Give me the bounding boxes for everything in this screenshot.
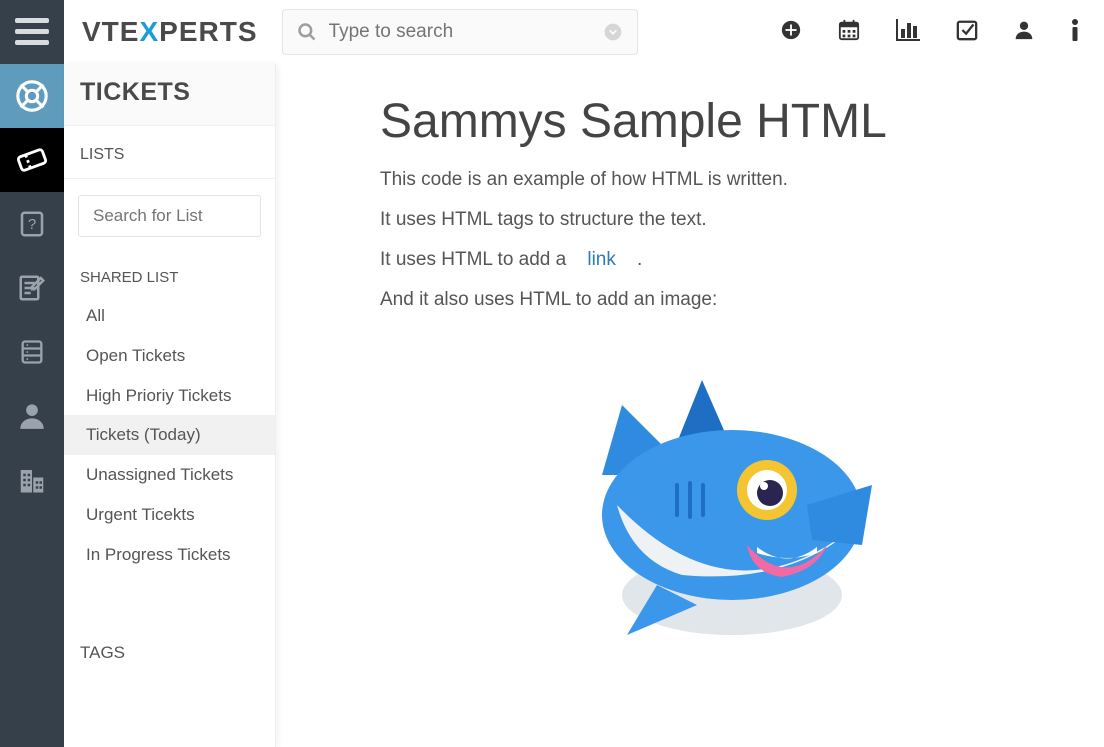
- rail-org[interactable]: [0, 448, 64, 512]
- list-item[interactable]: High Prioriy Tickets: [64, 376, 275, 416]
- list-item[interactable]: Urgent Ticekts: [64, 495, 275, 535]
- svg-text:?: ?: [28, 216, 36, 233]
- content-area: Sammys Sample HTML This code is an examp…: [276, 64, 1104, 747]
- checkbox-icon: [956, 19, 978, 41]
- top-icon-bar: [780, 19, 1104, 46]
- list-search-wrap: [78, 195, 261, 237]
- person-icon: [18, 401, 46, 431]
- text-span: .: [632, 249, 643, 270]
- book-question-icon: ?: [17, 209, 47, 239]
- logo: VTEXPERTS: [64, 16, 276, 48]
- tasks-button[interactable]: [956, 19, 978, 46]
- rail-support[interactable]: [0, 64, 64, 128]
- add-button[interactable]: [780, 19, 802, 46]
- image-wrap: [380, 329, 1064, 655]
- paragraph: And it also uses HTML to add an image:: [380, 289, 1064, 311]
- paragraph: It uses HTML tags to structure the text.: [380, 209, 1064, 231]
- lists-section-label: LISTS: [64, 126, 275, 179]
- lifebuoy-icon: [15, 79, 49, 113]
- menu-button[interactable]: [0, 0, 64, 64]
- chevron-down-icon[interactable]: [603, 22, 623, 42]
- top-bar: VTEXPERTS: [0, 0, 1104, 64]
- search-box[interactable]: [282, 9, 638, 55]
- icon-rail: ?: [0, 64, 64, 747]
- list-item[interactable]: In Progress Tickets: [64, 535, 275, 575]
- user-icon: [1014, 19, 1034, 41]
- info-icon: [1070, 19, 1080, 41]
- rail-database[interactable]: [0, 320, 64, 384]
- list-item[interactable]: Open Tickets: [64, 336, 275, 376]
- rail-notes[interactable]: [0, 256, 64, 320]
- shark-image: [562, 355, 882, 655]
- logo-text-pre: VTE: [82, 16, 139, 47]
- paragraph: It uses HTML to add a link .: [380, 249, 1064, 271]
- panel-title: TICKETS: [64, 64, 275, 126]
- shared-list-label: SHARED LIST: [64, 241, 275, 296]
- search-icon: [297, 22, 317, 42]
- tags-section-label: TAGS: [64, 583, 275, 673]
- info-button[interactable]: [1070, 19, 1080, 46]
- page-heading: Sammys Sample HTML: [380, 94, 1064, 149]
- global-search: [282, 9, 638, 55]
- bar-chart-icon: [896, 19, 920, 41]
- paragraph: This code is an example of how HTML is w…: [380, 169, 1064, 191]
- logo-text-x: X: [139, 16, 159, 47]
- list-item[interactable]: Tickets (Today): [64, 415, 275, 455]
- logo-text-post: PERTS: [159, 16, 257, 47]
- sample-link[interactable]: link: [587, 249, 616, 270]
- ticket-icon: [15, 143, 49, 177]
- main-layout: ? TICKETS LISTS SHARED LIST All Open Tic…: [0, 64, 1104, 747]
- text-span: It uses HTML to add a: [380, 249, 572, 270]
- hamburger-icon: [15, 18, 49, 46]
- shared-list: All Open Tickets High Prioriy Tickets Ti…: [64, 296, 275, 583]
- side-panel: TICKETS LISTS SHARED LIST All Open Ticke…: [64, 64, 276, 747]
- calendar-button[interactable]: [838, 19, 860, 46]
- search-input[interactable]: [329, 21, 603, 43]
- calendar-icon: [838, 19, 860, 41]
- list-item[interactable]: All: [64, 296, 275, 336]
- reports-button[interactable]: [896, 19, 920, 46]
- rail-tickets[interactable]: [0, 128, 64, 192]
- rail-user[interactable]: [0, 384, 64, 448]
- compose-icon: [17, 273, 47, 303]
- list-search-input[interactable]: [78, 195, 261, 237]
- rail-faq[interactable]: ?: [0, 192, 64, 256]
- list-item[interactable]: Unassigned Tickets: [64, 455, 275, 495]
- buildings-icon: [17, 465, 47, 495]
- server-icon: [18, 337, 46, 367]
- user-button[interactable]: [1014, 19, 1034, 46]
- plus-circle-icon: [780, 19, 802, 41]
